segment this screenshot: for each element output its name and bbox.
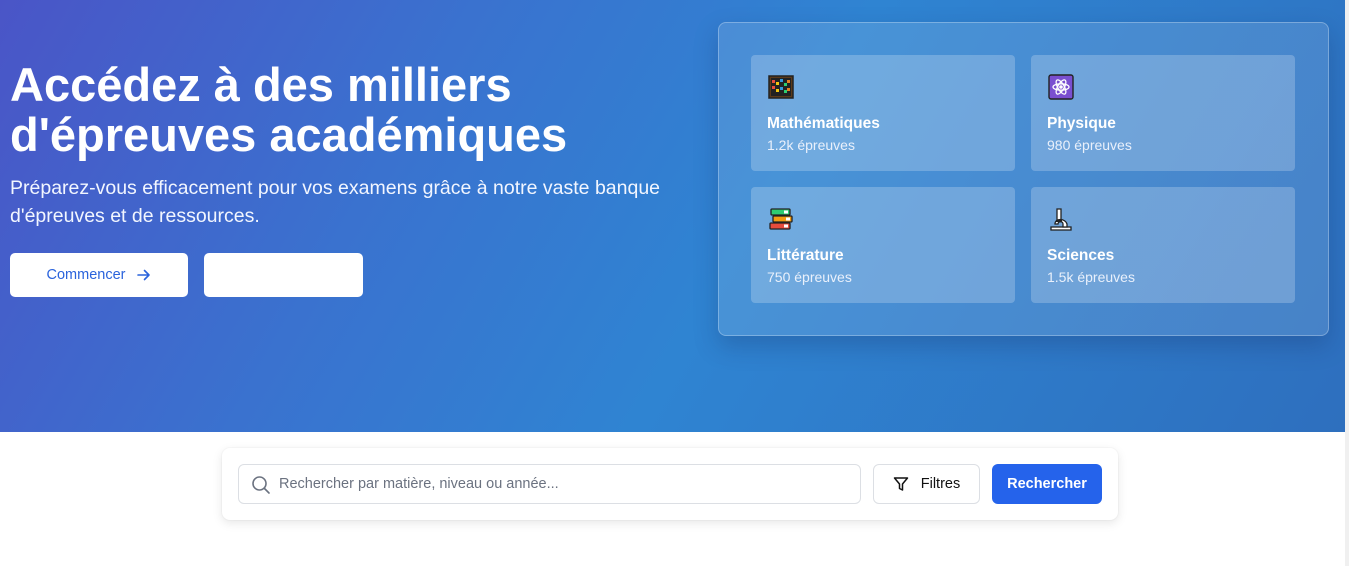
- category-title: Physique: [1047, 115, 1116, 132]
- search-icon: [252, 476, 270, 494]
- start-button-label: Commencer: [46, 267, 126, 283]
- category-title: Sciences: [1047, 247, 1115, 264]
- category-count: 980 épreuves: [1047, 137, 1132, 153]
- atom-icon: [1048, 74, 1074, 100]
- filter-icon: [893, 477, 908, 491]
- category-card-litterature[interactable]: Littérature 750 épreuves: [751, 187, 1015, 303]
- secondary-button[interactable]: [204, 253, 363, 297]
- books-icon: [769, 208, 793, 230]
- category-title: Mathématiques: [767, 115, 880, 132]
- category-card-physique[interactable]: Physique 980 épreuves: [1031, 55, 1295, 171]
- start-button[interactable]: Commencer: [10, 253, 188, 297]
- hero-section: Accédez à des milliers d'épreuves académ…: [0, 0, 1349, 432]
- category-count: 750 épreuves: [767, 269, 852, 285]
- search-bar: Filtres Rechercher: [222, 448, 1118, 520]
- category-card-mathematiques[interactable]: Mathématiques 1.2k épreuves: [751, 55, 1015, 171]
- microscope-icon: [1050, 208, 1072, 231]
- search-submit-button[interactable]: Rechercher: [992, 464, 1102, 504]
- categories-panel: Mathématiques 1.2k épreuves Physique 980…: [718, 22, 1329, 336]
- abacus-icon: [768, 75, 794, 99]
- scrollbar-track[interactable]: [1345, 0, 1349, 566]
- arrow-right-icon: [137, 269, 151, 281]
- category-card-sciences[interactable]: Sciences 1.5k épreuves: [1031, 187, 1295, 303]
- search-input[interactable]: [279, 465, 854, 503]
- filters-button[interactable]: Filtres: [873, 464, 980, 504]
- category-title: Littérature: [767, 247, 844, 264]
- hero-title: Accédez à des milliers d'épreuves académ…: [10, 58, 568, 161]
- filters-button-label: Filtres: [920, 476, 961, 492]
- category-count: 1.5k épreuves: [1047, 269, 1135, 285]
- category-count: 1.2k épreuves: [767, 137, 855, 153]
- hero-subtitle: Préparez-vous efficacement pour vos exam…: [10, 177, 661, 227]
- search-field: [238, 464, 861, 504]
